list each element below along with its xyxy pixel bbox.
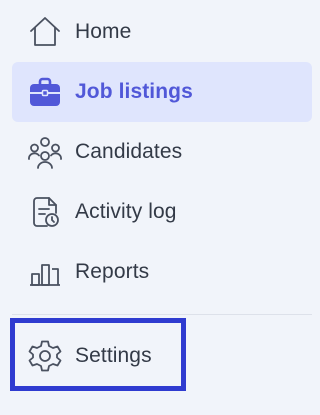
sidebar-item-job-listings[interactable]: Job listings	[12, 62, 312, 122]
sidebar-nav: Home Job listings Candidates Activity lo…	[0, 0, 316, 415]
sidebar-item-label: Candidates	[75, 140, 183, 163]
sidebar-item-label: Job listings	[75, 80, 193, 103]
bar-chart-icon	[28, 255, 62, 289]
sidebar-item-label: Reports	[75, 260, 150, 283]
sidebar-divider	[12, 314, 312, 315]
briefcase-icon	[28, 75, 62, 109]
sidebar-item-reports[interactable]: Reports	[12, 242, 312, 302]
document-clock-icon	[28, 195, 62, 229]
focus-outline	[10, 318, 186, 391]
sidebar-item-label: Home	[75, 20, 132, 43]
sidebar-item-activity-log[interactable]: Activity log	[12, 182, 312, 242]
sidebar-item-label: Activity log	[75, 200, 177, 223]
users-icon	[28, 135, 62, 169]
sidebar-item-candidates[interactable]: Candidates	[12, 122, 312, 182]
home-icon	[28, 15, 62, 49]
sidebar-item-home[interactable]: Home	[12, 2, 312, 62]
